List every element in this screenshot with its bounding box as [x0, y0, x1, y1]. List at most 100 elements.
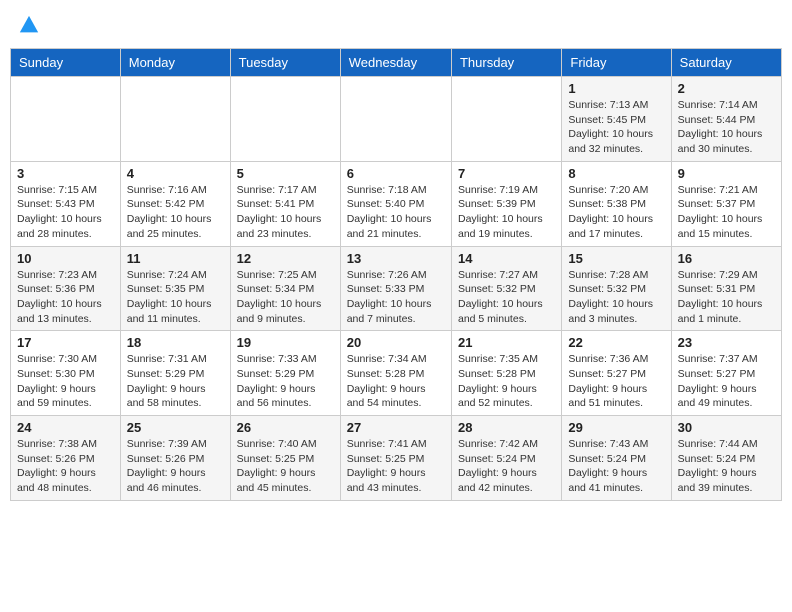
day-info: Sunrise: 7:15 AM Sunset: 5:43 PM Dayligh… [17, 183, 114, 242]
calendar-cell: 4Sunrise: 7:16 AM Sunset: 5:42 PM Daylig… [120, 161, 230, 246]
day-info: Sunrise: 7:26 AM Sunset: 5:33 PM Dayligh… [347, 268, 445, 327]
day-number: 5 [237, 166, 334, 181]
calendar-cell: 16 Sunrise: 7:29 AM Sunset: 5:31 PM Dayli… [671, 246, 781, 331]
day-info: Sunrise: 7:42 AM Sunset: 5:24 PM Dayligh… [458, 437, 555, 496]
calendar-cell: 21 Sunrise: 7:35 AM Sunset: 5:28 PM Dayli… [451, 331, 561, 416]
day-number: 21 [458, 335, 555, 350]
day-number: 17 [17, 335, 114, 350]
calendar-week-row: 3Sunrise: 7:15 AM Sunset: 5:43 PM Daylig… [11, 161, 782, 246]
day-number: 26 [237, 420, 334, 435]
calendar-cell [120, 77, 230, 162]
day-info: Sunrise: 7:27 AM Sunset: 5:32 PM Dayligh… [458, 268, 555, 327]
calendar-cell: 29 Sunrise: 7:43 AM Sunset: 5:24 PM Dayli… [562, 416, 671, 501]
calendar-cell: 12Sunrise: 7:25 AM Sunset: 5:34 PM Dayli… [230, 246, 340, 331]
day-info: Sunrise: 7:33 AM Sunset: 5:29 PM Dayligh… [237, 352, 334, 411]
day-info: Sunrise: 7:18 AM Sunset: 5:40 PM Dayligh… [347, 183, 445, 242]
calendar-cell [340, 77, 451, 162]
calendar-cell [11, 77, 121, 162]
logo-icon [18, 14, 40, 36]
day-info: Sunrise: 7:21 AM Sunset: 5:37 PM Dayligh… [678, 183, 775, 242]
day-info: Sunrise: 7:34 AM Sunset: 5:28 PM Dayligh… [347, 352, 445, 411]
day-number: 16 [678, 251, 775, 266]
day-info: Sunrise: 7:28 AM Sunset: 5:32 PM Dayligh… [568, 268, 664, 327]
calendar-header-row: SundayMondayTuesdayWednesdayThursdayFrid… [11, 49, 782, 77]
calendar-cell: 1 Sunrise: 7:13 AM Sunset: 5:45 PM Daylig… [562, 77, 671, 162]
day-of-week-header: Sunday [11, 49, 121, 77]
day-info: Sunrise: 7:14 AM Sunset: 5:44 PM Dayligh… [678, 98, 775, 157]
day-number: 10 [17, 251, 114, 266]
day-number: 8 [568, 166, 664, 181]
calendar-cell: 22 Sunrise: 7:36 AM Sunset: 5:27 PM Dayli… [562, 331, 671, 416]
page-header [10, 10, 782, 40]
day-of-week-header: Wednesday [340, 49, 451, 77]
calendar-cell: 5 Sunrise: 7:17 AM Sunset: 5:41 PM Daylig… [230, 161, 340, 246]
calendar-cell: 19 Sunrise: 7:33 AM Sunset: 5:29 PM Dayli… [230, 331, 340, 416]
calendar-cell: 7 Sunrise: 7:19 AM Sunset: 5:39 PM Daylig… [451, 161, 561, 246]
calendar-cell: 17 Sunrise: 7:30 AM Sunset: 5:30 PM Dayli… [11, 331, 121, 416]
day-number: 19 [237, 335, 334, 350]
day-number: 23 [678, 335, 775, 350]
calendar-cell: 2Sunrise: 7:14 AM Sunset: 5:44 PM Daylig… [671, 77, 781, 162]
day-info: Sunrise: 7:43 AM Sunset: 5:24 PM Dayligh… [568, 437, 664, 496]
day-number: 27 [347, 420, 445, 435]
day-info: Sunrise: 7:39 AM Sunset: 5:26 PM Dayligh… [127, 437, 224, 496]
calendar-cell: 13 Sunrise: 7:26 AM Sunset: 5:33 PM Dayli… [340, 246, 451, 331]
calendar-cell: 11Sunrise: 7:24 AM Sunset: 5:35 PM Dayli… [120, 246, 230, 331]
day-info: Sunrise: 7:30 AM Sunset: 5:30 PM Dayligh… [17, 352, 114, 411]
day-number: 14 [458, 251, 555, 266]
day-of-week-header: Friday [562, 49, 671, 77]
day-info: Sunrise: 7:37 AM Sunset: 5:27 PM Dayligh… [678, 352, 775, 411]
calendar-cell: 24 Sunrise: 7:38 AM Sunset: 5:26 PM Dayli… [11, 416, 121, 501]
calendar-table: SundayMondayTuesdayWednesdayThursdayFrid… [10, 48, 782, 501]
day-info: Sunrise: 7:19 AM Sunset: 5:39 PM Dayligh… [458, 183, 555, 242]
calendar-cell: 18 Sunrise: 7:31 AM Sunset: 5:29 PM Dayli… [120, 331, 230, 416]
day-info: Sunrise: 7:38 AM Sunset: 5:26 PM Dayligh… [17, 437, 114, 496]
day-info: Sunrise: 7:31 AM Sunset: 5:29 PM Dayligh… [127, 352, 224, 411]
calendar-cell: 6 Sunrise: 7:18 AM Sunset: 5:40 PM Daylig… [340, 161, 451, 246]
day-info: Sunrise: 7:35 AM Sunset: 5:28 PM Dayligh… [458, 352, 555, 411]
day-number: 30 [678, 420, 775, 435]
calendar-cell: 8 Sunrise: 7:20 AM Sunset: 5:38 PM Daylig… [562, 161, 671, 246]
day-number: 6 [347, 166, 445, 181]
day-number: 22 [568, 335, 664, 350]
day-number: 12 [237, 251, 334, 266]
day-number: 1 [568, 81, 664, 96]
day-number: 24 [17, 420, 114, 435]
day-number: 25 [127, 420, 224, 435]
day-info: Sunrise: 7:13 AM Sunset: 5:45 PM Dayligh… [568, 98, 664, 157]
day-info: Sunrise: 7:40 AM Sunset: 5:25 PM Dayligh… [237, 437, 334, 496]
calendar-cell [451, 77, 561, 162]
calendar-cell: 28 Sunrise: 7:42 AM Sunset: 5:24 PM Dayli… [451, 416, 561, 501]
calendar-week-row: 10 Sunrise: 7:23 AM Sunset: 5:36 PM Dayli… [11, 246, 782, 331]
day-number: 29 [568, 420, 664, 435]
calendar-body: 1 Sunrise: 7:13 AM Sunset: 5:45 PM Daylig… [11, 77, 782, 501]
calendar-cell: 23 Sunrise: 7:37 AM Sunset: 5:27 PM Dayli… [671, 331, 781, 416]
day-of-week-header: Monday [120, 49, 230, 77]
calendar-cell: 10 Sunrise: 7:23 AM Sunset: 5:36 PM Dayli… [11, 246, 121, 331]
day-info: Sunrise: 7:17 AM Sunset: 5:41 PM Dayligh… [237, 183, 334, 242]
day-info: Sunrise: 7:16 AM Sunset: 5:42 PM Dayligh… [127, 183, 224, 242]
day-number: 7 [458, 166, 555, 181]
day-info: Sunrise: 7:44 AM Sunset: 5:24 PM Dayligh… [678, 437, 775, 496]
day-number: 15 [568, 251, 664, 266]
calendar-cell: 14 Sunrise: 7:27 AM Sunset: 5:32 PM Dayli… [451, 246, 561, 331]
calendar-week-row: 1 Sunrise: 7:13 AM Sunset: 5:45 PM Daylig… [11, 77, 782, 162]
day-info: Sunrise: 7:29 AM Sunset: 5:31 PM Dayligh… [678, 268, 775, 327]
calendar-cell: 3Sunrise: 7:15 AM Sunset: 5:43 PM Daylig… [11, 161, 121, 246]
calendar-cell: 20 Sunrise: 7:34 AM Sunset: 5:28 PM Dayli… [340, 331, 451, 416]
day-number: 18 [127, 335, 224, 350]
day-number: 20 [347, 335, 445, 350]
day-number: 13 [347, 251, 445, 266]
calendar-cell [230, 77, 340, 162]
day-info: Sunrise: 7:23 AM Sunset: 5:36 PM Dayligh… [17, 268, 114, 327]
logo [18, 14, 42, 36]
calendar-cell: 25 Sunrise: 7:39 AM Sunset: 5:26 PM Dayli… [120, 416, 230, 501]
calendar-cell: 27Sunrise: 7:41 AM Sunset: 5:25 PM Dayli… [340, 416, 451, 501]
calendar-cell: 26 Sunrise: 7:40 AM Sunset: 5:25 PM Dayli… [230, 416, 340, 501]
day-info: Sunrise: 7:36 AM Sunset: 5:27 PM Dayligh… [568, 352, 664, 411]
day-of-week-header: Tuesday [230, 49, 340, 77]
calendar-cell: 30 Sunrise: 7:44 AM Sunset: 5:24 PM Dayli… [671, 416, 781, 501]
day-info: Sunrise: 7:20 AM Sunset: 5:38 PM Dayligh… [568, 183, 664, 242]
day-number: 28 [458, 420, 555, 435]
day-of-week-header: Thursday [451, 49, 561, 77]
